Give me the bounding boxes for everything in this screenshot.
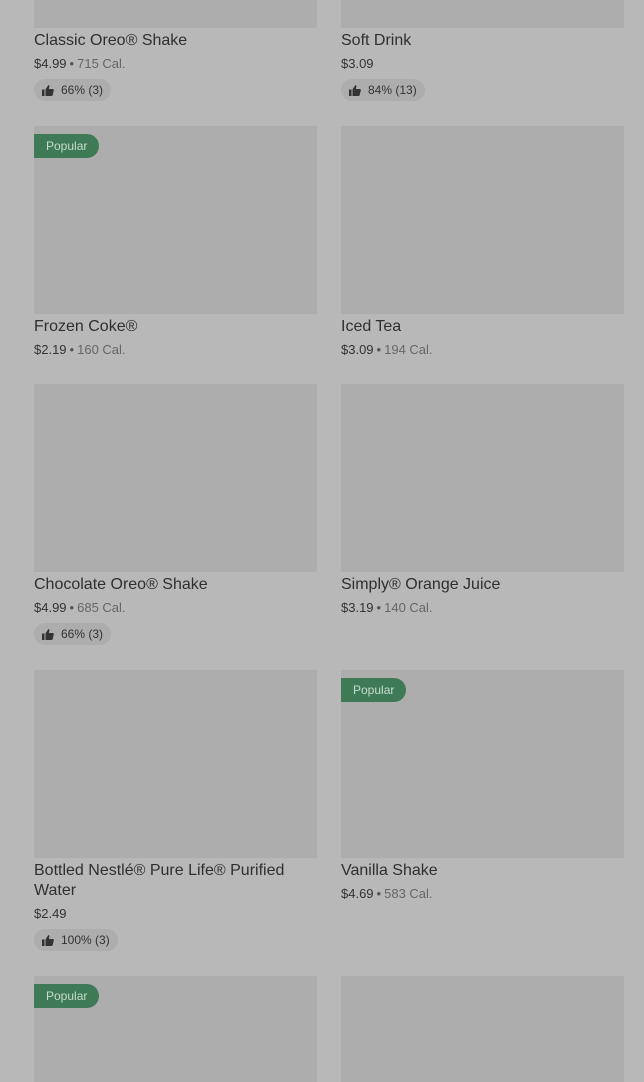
item-price: $4.99 (34, 56, 67, 71)
rating-badge: 66% (3) (34, 79, 112, 101)
item-calories: 194 Cal. (384, 342, 433, 357)
menu-grid: Classic Oreo® Shake $4.99 • 715 Cal. 66% (… (0, 0, 644, 1082)
popular-badge: Popular (34, 134, 100, 158)
menu-item-card[interactable]: Iced Tea $3.09 • 194 Cal. (341, 126, 624, 366)
item-image: Popular (34, 976, 317, 1082)
menu-item-card[interactable]: Classic Oreo® Shake $4.99 • 715 Cal. 66% (… (34, 0, 317, 104)
rating-text: 100% (3) (61, 933, 110, 947)
rating-badge: 84% (13) (341, 79, 425, 101)
thumbs-up-icon (42, 628, 54, 640)
item-name: Frozen Coke® (34, 318, 138, 335)
rating-text: 66% (3) (61, 627, 104, 641)
item-name: Chocolate Oreo® Shake (34, 576, 208, 593)
item-price: $3.19 (341, 600, 374, 615)
menu-item-card[interactable]: Simply® Orange Juice $3.19 • 140 Cal. (341, 384, 624, 624)
item-price: $3.09 (341, 342, 374, 357)
item-meta: $2.19 • 160 Cal. (34, 341, 126, 359)
item-image: Popular (341, 670, 624, 858)
item-price: $3.09 (341, 56, 374, 71)
separator-dot: • (69, 56, 75, 71)
menu-item-card[interactable]: Soft Drink $3.09 84% (13) (341, 0, 624, 104)
menu-item-card[interactable]: Chocolate Oreo® Shake $4.99 • 685 Cal. 66%… (34, 384, 317, 648)
popular-badge: Popular (341, 678, 407, 702)
item-calories: 140 Cal. (384, 600, 433, 615)
item-image (341, 384, 624, 572)
menu-item-card[interactable]: Bottled Nestlé® Pure Life® Purified Wate… (34, 670, 317, 954)
menu-item-card[interactable]: Popular Frozen Coke® $2.19 • 160 Cal. (34, 126, 317, 366)
separator-dot: • (376, 342, 382, 357)
separator-dot: • (69, 342, 75, 357)
item-calories: 160 Cal. (77, 342, 126, 357)
item-price: $4.69 (341, 886, 374, 901)
thumbs-up-icon (42, 934, 54, 946)
item-name: Vanilla Shake (341, 862, 438, 879)
item-price: $2.49 (34, 906, 67, 921)
item-image (34, 384, 317, 572)
item-meta: $4.99 • 685 Cal. (34, 599, 126, 617)
item-meta: $4.99 • 715 Cal. (34, 55, 126, 73)
item-name: Bottled Nestlé® Pure Life® Purified Wate… (34, 862, 285, 899)
separator-dot: • (69, 600, 75, 615)
rating-text: 84% (13) (368, 83, 417, 97)
rating-text: 66% (3) (61, 83, 104, 97)
rating-badge: 66% (3) (34, 623, 112, 645)
separator-dot: • (376, 600, 382, 615)
thumbs-up-icon (42, 84, 54, 96)
item-calories: 685 Cal. (77, 600, 126, 615)
thumbs-up-icon (349, 84, 361, 96)
item-meta: $4.69 • 583 Cal. (341, 885, 433, 903)
item-image (34, 0, 317, 28)
menu-item-card[interactable] (341, 976, 624, 1082)
item-meta: $2.49 (34, 905, 67, 923)
item-image: Popular (34, 126, 317, 314)
item-price: $4.99 (34, 600, 67, 615)
item-image (341, 126, 624, 314)
item-name: Classic Oreo® Shake (34, 32, 188, 49)
item-name: Iced Tea (341, 318, 402, 335)
rating-badge: 100% (3) (34, 929, 118, 951)
menu-item-card[interactable]: Popular (34, 976, 317, 1082)
menu-item-card[interactable]: Popular Vanilla Shake $4.69 • 583 Cal. (341, 670, 624, 910)
item-image (341, 0, 624, 28)
popular-badge: Popular (34, 984, 100, 1008)
item-image (341, 976, 624, 1082)
separator-dot: • (376, 886, 382, 901)
item-name: Simply® Orange Juice (341, 576, 501, 593)
item-meta: $3.19 • 140 Cal. (341, 599, 433, 617)
item-calories: 583 Cal. (384, 886, 433, 901)
item-name: Soft Drink (341, 32, 412, 49)
item-calories: 715 Cal. (77, 56, 126, 71)
item-meta: $3.09 (341, 55, 374, 73)
item-image (34, 670, 317, 858)
item-meta: $3.09 • 194 Cal. (341, 341, 433, 359)
item-price: $2.19 (34, 342, 67, 357)
